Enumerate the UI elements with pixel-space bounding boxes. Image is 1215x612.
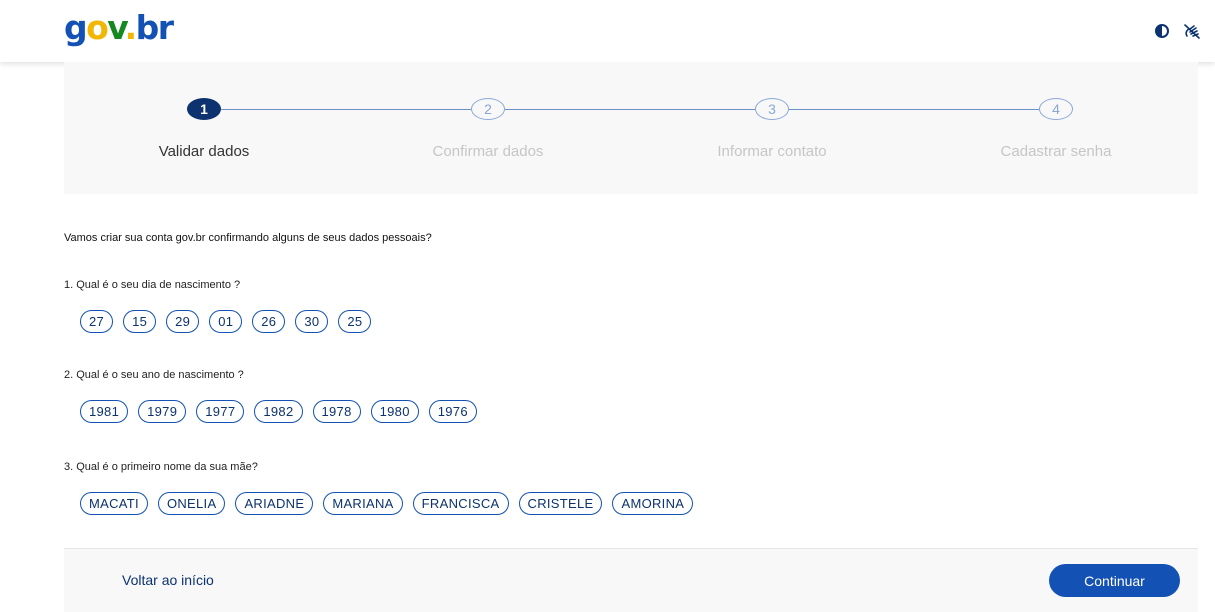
option-button[interactable]: 26 (252, 310, 286, 333)
option-button[interactable]: FRANCISCA (412, 492, 509, 515)
option-button[interactable]: MACATI (80, 492, 148, 515)
birth-year-options: 1981 1979 1977 1982 1978 1980 1976 (80, 400, 477, 423)
option-button[interactable]: 1980 (370, 400, 419, 423)
continue-button[interactable]: Continuar (1049, 564, 1180, 597)
option-button[interactable]: 1979 (138, 400, 187, 423)
logo-letter-g: g (64, 8, 88, 47)
option-button[interactable]: ARIADNE (235, 492, 314, 515)
step-connector (789, 109, 1039, 110)
logo-dot: . (124, 8, 138, 47)
step-4-indicator: 4 (1039, 98, 1073, 120)
option-button[interactable]: 27 (80, 310, 114, 333)
question-birth-day: 1. Qual é o seu dia de nascimento ? (64, 279, 241, 291)
step-connector (221, 109, 471, 110)
option-button[interactable]: 1978 (312, 400, 361, 423)
progress-stepper: 1 2 3 4 Validar dados Confirmar dados In… (64, 62, 1198, 194)
logo-letter-b: b (135, 8, 160, 47)
step-connector (505, 109, 755, 110)
vlibras-icon[interactable] (1183, 22, 1201, 40)
question-birth-year: 2. Qual é o seu ano de nascimento ? (64, 369, 244, 381)
step-4-label: Cadastrar senha (1000, 143, 1112, 160)
option-button[interactable]: CRISTELE (518, 492, 603, 515)
option-button[interactable]: 01 (209, 310, 243, 333)
intro-text: Vamos criar sua conta gov.br confirmando… (64, 232, 432, 244)
question-mother-name: 3. Qual é o primeiro nome da sua mãe? (64, 461, 258, 473)
option-button[interactable]: 1976 (428, 400, 477, 423)
option-button[interactable]: 1981 (80, 400, 129, 423)
option-button[interactable]: 29 (166, 310, 200, 333)
logo-letter-o: o (86, 8, 109, 47)
govbr-logo[interactable]: gov.br (64, 8, 174, 47)
step-2-label: Confirmar dados (432, 143, 544, 160)
header: gov.br (0, 0, 1215, 62)
birth-day-options: 27 15 29 01 26 30 25 (80, 310, 372, 333)
option-button[interactable]: 1982 (254, 400, 303, 423)
logo-letter-v: v (107, 8, 126, 47)
option-button[interactable]: 1977 (196, 400, 245, 423)
step-2-indicator: 2 (471, 98, 505, 120)
step-3-indicator: 3 (755, 98, 789, 120)
option-button[interactable]: AMORINA (612, 492, 694, 515)
option-button[interactable]: 30 (295, 310, 329, 333)
option-button[interactable]: ONELIA (157, 492, 226, 515)
step-3-label: Informar contato (717, 143, 827, 160)
option-button[interactable]: 25 (338, 310, 372, 333)
back-to-start-link[interactable]: Voltar ao início (122, 572, 214, 588)
contrast-icon[interactable] (1153, 22, 1171, 40)
step-1-label: Validar dados (158, 143, 250, 160)
mother-name-options: MACATI ONELIA ARIADNE MARIANA FRANCISCA … (80, 492, 694, 515)
option-button[interactable]: MARIANA (323, 492, 403, 515)
logo-letter-r: r (157, 8, 174, 47)
footer-actions: Voltar ao início Continuar (64, 548, 1198, 612)
step-1-indicator: 1 (187, 98, 221, 120)
option-button[interactable]: 15 (123, 310, 157, 333)
